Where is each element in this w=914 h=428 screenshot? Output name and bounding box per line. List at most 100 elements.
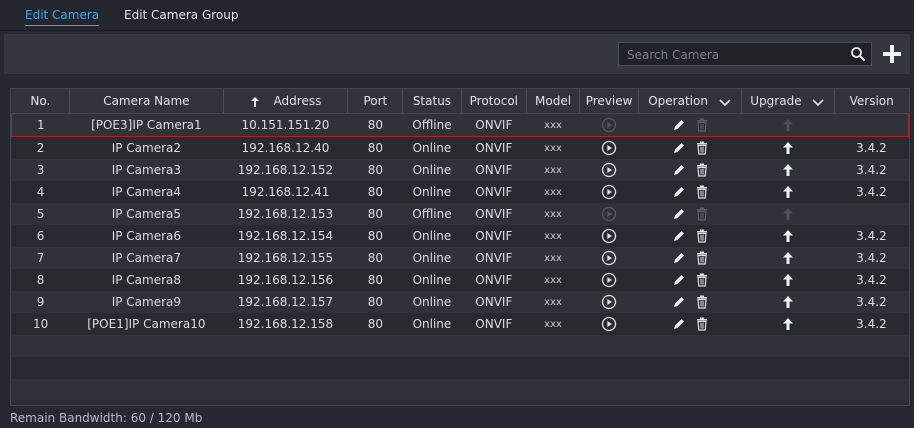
column-header-upgrade[interactable]: Upgrade [741, 89, 835, 114]
column-header-no[interactable]: No. [11, 89, 71, 114]
trash-icon[interactable] [696, 295, 708, 309]
tab-edit-camera-group[interactable]: Edit Camera Group [124, 8, 239, 22]
cell-upgrade [741, 203, 835, 225]
play-icon[interactable] [601, 316, 617, 332]
table-row[interactable]: 10 [POE1]IP Camera10 192.168.12.158 80 Onlin… [11, 313, 909, 335]
trash-icon[interactable] [696, 317, 708, 331]
play-icon[interactable] [601, 140, 617, 156]
pencil-icon[interactable] [672, 163, 686, 177]
upload-arrow-icon[interactable] [782, 163, 794, 177]
trash-icon[interactable] [696, 185, 708, 199]
column-header-model[interactable]: Model [526, 89, 580, 114]
search-input[interactable] [625, 46, 849, 64]
trash-icon[interactable] [696, 273, 708, 287]
cell-status: Online [402, 181, 462, 203]
pencil-icon[interactable] [672, 141, 686, 155]
play-icon[interactable] [601, 294, 617, 310]
pencil-icon[interactable] [672, 118, 686, 132]
cell-address: 10.151.151.20 [223, 113, 348, 137]
cell-upgrade [741, 181, 835, 203]
column-header-protocol[interactable]: Protocol [461, 89, 528, 114]
column-header-preview: Preview [579, 89, 640, 114]
remain-bandwidth-label: Remain Bandwidth: 60 / 120 Mb [10, 411, 203, 425]
cell-address: 192.168.12.154 [223, 225, 348, 247]
cell-model: xxx [526, 291, 580, 313]
table-row[interactable]: 1 [POE3]IP Camera1 10.151.151.20 80 Offline O… [10, 113, 910, 137]
cell-address: 192.168.12.41 [223, 181, 348, 203]
play-icon[interactable] [601, 228, 617, 244]
table-row[interactable]: 5 IP Camera5 192.168.12.153 80 Offline ONVIF x… [11, 203, 909, 225]
add-camera-button[interactable] [881, 43, 903, 65]
table-header-row: No. Camera Name Address Port Status Prot… [11, 89, 909, 114]
cell-preview [579, 181, 639, 203]
cell-port: 80 [347, 136, 403, 159]
cell-operation [638, 181, 742, 203]
cell-operation [638, 269, 742, 291]
cell-status: Online [402, 247, 462, 269]
cell-version: 3.4.2 [834, 136, 909, 159]
pencil-icon[interactable] [672, 317, 686, 331]
column-header-status[interactable]: Status [402, 89, 462, 114]
pencil-icon[interactable] [672, 273, 686, 287]
table-row[interactable]: 7 IP Camera7 192.168.12.155 80 Online ONVIF xx… [11, 247, 909, 269]
pencil-icon[interactable] [672, 185, 686, 199]
trash-icon[interactable] [696, 163, 708, 177]
table-row[interactable]: 3 IP Camera3 192.168.12.152 80 Online ONVIF xx… [11, 159, 909, 181]
upload-arrow-icon[interactable] [782, 141, 794, 155]
search-icon[interactable] [849, 45, 867, 63]
cell-port: 80 [347, 225, 403, 247]
cell-operation [638, 313, 742, 335]
column-header-operation[interactable]: Operation [638, 89, 742, 114]
table-row[interactable]: 2 IP Camera2 192.168.12.40 80 Online ONVIF xxx… [11, 136, 909, 159]
chevron-down-icon[interactable] [811, 97, 825, 107]
trash-icon[interactable] [696, 141, 708, 155]
cell-version [834, 113, 910, 137]
cell-no: 4 [11, 181, 70, 203]
column-header-address[interactable]: Address [223, 89, 349, 114]
pencil-icon[interactable] [672, 251, 686, 265]
trash-icon[interactable] [696, 207, 708, 221]
cell-operation [638, 291, 742, 313]
camera-table: No. Camera Name Address Port Status Prot… [10, 88, 910, 406]
tab-edit-camera[interactable]: Edit Camera [25, 8, 100, 26]
play-icon [601, 206, 617, 222]
pencil-icon[interactable] [672, 207, 686, 221]
column-header-camera-name[interactable]: Camera Name [69, 89, 224, 114]
search-box [618, 42, 872, 66]
table-row[interactable]: 8 IP Camera8 192.168.12.156 80 Online ONVIF xx… [11, 269, 909, 291]
trash-icon[interactable] [696, 118, 708, 132]
play-icon[interactable] [601, 184, 617, 200]
pencil-icon[interactable] [672, 229, 686, 243]
column-header-port[interactable]: Port [347, 89, 404, 114]
upload-arrow-icon[interactable] [782, 251, 794, 265]
table-row[interactable]: 6 IP Camera6 192.168.12.154 80 Online ONVIF xx… [11, 225, 909, 247]
column-header-upgrade-label: Upgrade [750, 94, 802, 108]
cell-port: 80 [347, 159, 403, 181]
cell-address: 192.168.12.152 [223, 159, 348, 181]
cell-preview [579, 225, 639, 247]
upload-arrow-icon[interactable] [782, 185, 794, 199]
trash-icon[interactable] [696, 251, 708, 265]
chevron-down-icon[interactable] [718, 97, 732, 107]
pencil-icon[interactable] [672, 295, 686, 309]
cell-status: Online [402, 159, 462, 181]
table-row[interactable]: 4 IP Camera4 192.168.12.41 80 Online ONVIF xxx… [11, 181, 909, 203]
upload-arrow-icon[interactable] [782, 295, 794, 309]
cell-operation [638, 203, 742, 225]
play-icon[interactable] [601, 272, 617, 288]
upload-arrow-icon [782, 119, 793, 132]
column-header-version[interactable]: Version [834, 89, 909, 114]
empty-row [11, 379, 909, 401]
play-icon[interactable] [601, 162, 617, 178]
upload-arrow-icon[interactable] [782, 229, 794, 243]
play-icon[interactable] [601, 250, 617, 266]
cell-operation [638, 225, 742, 247]
cell-status: Online [402, 136, 462, 159]
cell-operation [638, 159, 742, 181]
cell-no: 2 [11, 136, 70, 159]
upload-arrow-icon[interactable] [782, 273, 794, 287]
table-row[interactable]: 9 IP Camera9 192.168.12.157 80 Online ONVIF xx… [11, 291, 909, 313]
cell-model: xxx [526, 269, 580, 291]
trash-icon[interactable] [696, 229, 708, 243]
upload-arrow-icon[interactable] [782, 317, 794, 331]
